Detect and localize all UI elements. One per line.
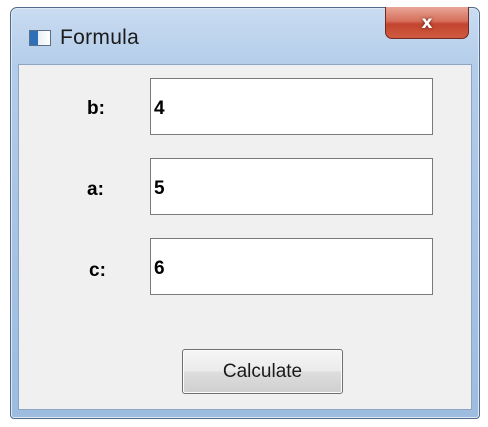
close-button[interactable]: x bbox=[385, 7, 469, 39]
window-app-icon bbox=[29, 30, 51, 46]
title-bar[interactable]: Formula x bbox=[11, 7, 479, 64]
b-input[interactable] bbox=[150, 78, 433, 135]
window-title: Formula bbox=[60, 26, 140, 49]
field-label-c: c: bbox=[89, 260, 106, 281]
form-area: b: a: c: Calculate bbox=[18, 64, 472, 410]
a-input[interactable] bbox=[150, 158, 433, 215]
field-label-a: a: bbox=[87, 179, 104, 200]
close-icon: x bbox=[421, 12, 433, 33]
calculate-button[interactable]: Calculate bbox=[182, 349, 343, 394]
field-label-b: b: bbox=[87, 98, 105, 119]
formula-window: Formula x b: a: c: Calculate bbox=[10, 7, 480, 419]
c-input[interactable] bbox=[150, 238, 433, 295]
